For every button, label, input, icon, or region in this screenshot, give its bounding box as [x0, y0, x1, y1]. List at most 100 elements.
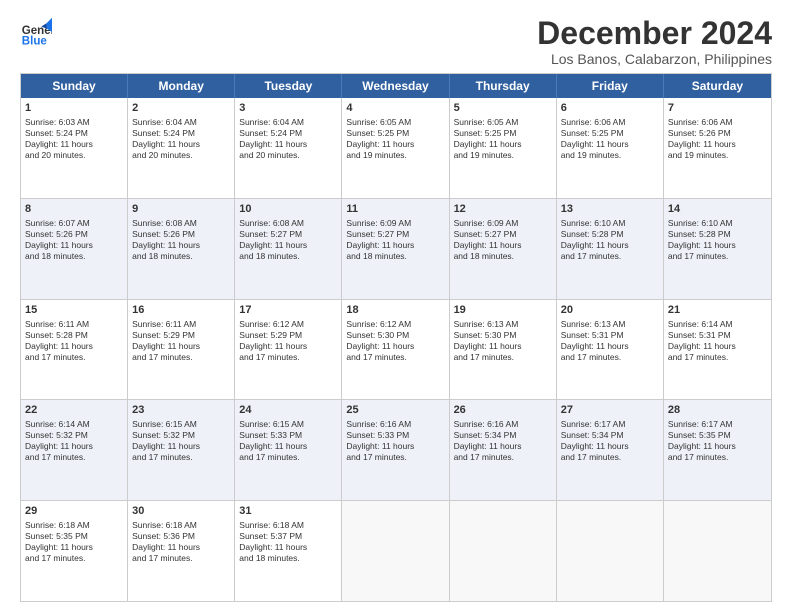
cell-text: Sunrise: 6:14 AM Sunset: 5:32 PM Dayligh… [25, 419, 123, 463]
cell-text: Sunrise: 6:18 AM Sunset: 5:36 PM Dayligh… [132, 520, 230, 564]
cell-text: Sunrise: 6:13 AM Sunset: 5:30 PM Dayligh… [454, 319, 552, 363]
day-number: 6 [561, 101, 659, 116]
calendar-cell: 11Sunrise: 6:09 AM Sunset: 5:27 PM Dayli… [342, 199, 449, 299]
cell-text: Sunrise: 6:05 AM Sunset: 5:25 PM Dayligh… [346, 117, 444, 161]
calendar-cell: 12Sunrise: 6:09 AM Sunset: 5:27 PM Dayli… [450, 199, 557, 299]
calendar-cell [664, 501, 771, 601]
calendar-cell: 3Sunrise: 6:04 AM Sunset: 5:24 PM Daylig… [235, 98, 342, 198]
day-number: 1 [25, 101, 123, 116]
calendar-cell: 8Sunrise: 6:07 AM Sunset: 5:26 PM Daylig… [21, 199, 128, 299]
day-number: 7 [668, 101, 767, 116]
calendar-cell: 10Sunrise: 6:08 AM Sunset: 5:27 PM Dayli… [235, 199, 342, 299]
logo: General Blue [20, 16, 52, 48]
cell-text: Sunrise: 6:09 AM Sunset: 5:27 PM Dayligh… [454, 218, 552, 262]
calendar-cell: 27Sunrise: 6:17 AM Sunset: 5:34 PM Dayli… [557, 400, 664, 500]
calendar-row: 29Sunrise: 6:18 AM Sunset: 5:35 PM Dayli… [21, 501, 771, 601]
day-number: 12 [454, 202, 552, 217]
cell-text: Sunrise: 6:11 AM Sunset: 5:28 PM Dayligh… [25, 319, 123, 363]
calendar-header-cell: Sunday [21, 74, 128, 98]
calendar-cell [342, 501, 449, 601]
calendar-cell: 26Sunrise: 6:16 AM Sunset: 5:34 PM Dayli… [450, 400, 557, 500]
cell-text: Sunrise: 6:16 AM Sunset: 5:34 PM Dayligh… [454, 419, 552, 463]
cell-text: Sunrise: 6:11 AM Sunset: 5:29 PM Dayligh… [132, 319, 230, 363]
calendar-cell: 28Sunrise: 6:17 AM Sunset: 5:35 PM Dayli… [664, 400, 771, 500]
day-number: 15 [25, 303, 123, 318]
day-number: 17 [239, 303, 337, 318]
day-number: 24 [239, 403, 337, 418]
calendar-header-cell: Monday [128, 74, 235, 98]
calendar-cell: 20Sunrise: 6:13 AM Sunset: 5:31 PM Dayli… [557, 300, 664, 400]
day-number: 31 [239, 504, 337, 519]
subtitle: Los Banos, Calabarzon, Philippines [537, 51, 772, 67]
day-number: 27 [561, 403, 659, 418]
calendar-header-cell: Friday [557, 74, 664, 98]
calendar-cell: 25Sunrise: 6:16 AM Sunset: 5:33 PM Dayli… [342, 400, 449, 500]
day-number: 29 [25, 504, 123, 519]
calendar: SundayMondayTuesdayWednesdayThursdayFrid… [20, 73, 772, 602]
calendar-header-cell: Tuesday [235, 74, 342, 98]
calendar-cell: 14Sunrise: 6:10 AM Sunset: 5:28 PM Dayli… [664, 199, 771, 299]
calendar-header-cell: Wednesday [342, 74, 449, 98]
day-number: 13 [561, 202, 659, 217]
calendar-cell: 30Sunrise: 6:18 AM Sunset: 5:36 PM Dayli… [128, 501, 235, 601]
cell-text: Sunrise: 6:14 AM Sunset: 5:31 PM Dayligh… [668, 319, 767, 363]
day-number: 2 [132, 101, 230, 116]
cell-text: Sunrise: 6:15 AM Sunset: 5:32 PM Dayligh… [132, 419, 230, 463]
calendar-cell: 23Sunrise: 6:15 AM Sunset: 5:32 PM Dayli… [128, 400, 235, 500]
cell-text: Sunrise: 6:08 AM Sunset: 5:26 PM Dayligh… [132, 218, 230, 262]
calendar-cell [450, 501, 557, 601]
day-number: 28 [668, 403, 767, 418]
calendar-cell: 19Sunrise: 6:13 AM Sunset: 5:30 PM Dayli… [450, 300, 557, 400]
calendar-cell: 24Sunrise: 6:15 AM Sunset: 5:33 PM Dayli… [235, 400, 342, 500]
day-number: 9 [132, 202, 230, 217]
calendar-cell: 21Sunrise: 6:14 AM Sunset: 5:31 PM Dayli… [664, 300, 771, 400]
day-number: 3 [239, 101, 337, 116]
cell-text: Sunrise: 6:17 AM Sunset: 5:34 PM Dayligh… [561, 419, 659, 463]
title-block: December 2024 Los Banos, Calabarzon, Phi… [537, 16, 772, 67]
cell-text: Sunrise: 6:10 AM Sunset: 5:28 PM Dayligh… [668, 218, 767, 262]
cell-text: Sunrise: 6:10 AM Sunset: 5:28 PM Dayligh… [561, 218, 659, 262]
cell-text: Sunrise: 6:13 AM Sunset: 5:31 PM Dayligh… [561, 319, 659, 363]
day-number: 26 [454, 403, 552, 418]
cell-text: Sunrise: 6:04 AM Sunset: 5:24 PM Dayligh… [132, 117, 230, 161]
cell-text: Sunrise: 6:09 AM Sunset: 5:27 PM Dayligh… [346, 218, 444, 262]
calendar-cell: 29Sunrise: 6:18 AM Sunset: 5:35 PM Dayli… [21, 501, 128, 601]
cell-text: Sunrise: 6:18 AM Sunset: 5:37 PM Dayligh… [239, 520, 337, 564]
day-number: 11 [346, 202, 444, 217]
calendar-row: 22Sunrise: 6:14 AM Sunset: 5:32 PM Dayli… [21, 400, 771, 501]
calendar-cell [557, 501, 664, 601]
calendar-cell: 1Sunrise: 6:03 AM Sunset: 5:24 PM Daylig… [21, 98, 128, 198]
cell-text: Sunrise: 6:03 AM Sunset: 5:24 PM Dayligh… [25, 117, 123, 161]
calendar-cell: 2Sunrise: 6:04 AM Sunset: 5:24 PM Daylig… [128, 98, 235, 198]
cell-text: Sunrise: 6:08 AM Sunset: 5:27 PM Dayligh… [239, 218, 337, 262]
calendar-cell: 13Sunrise: 6:10 AM Sunset: 5:28 PM Dayli… [557, 199, 664, 299]
day-number: 22 [25, 403, 123, 418]
cell-text: Sunrise: 6:06 AM Sunset: 5:25 PM Dayligh… [561, 117, 659, 161]
day-number: 30 [132, 504, 230, 519]
day-number: 16 [132, 303, 230, 318]
day-number: 23 [132, 403, 230, 418]
calendar-cell: 22Sunrise: 6:14 AM Sunset: 5:32 PM Dayli… [21, 400, 128, 500]
calendar-cell: 6Sunrise: 6:06 AM Sunset: 5:25 PM Daylig… [557, 98, 664, 198]
cell-text: Sunrise: 6:18 AM Sunset: 5:35 PM Dayligh… [25, 520, 123, 564]
day-number: 14 [668, 202, 767, 217]
day-number: 19 [454, 303, 552, 318]
calendar-row: 8Sunrise: 6:07 AM Sunset: 5:26 PM Daylig… [21, 199, 771, 300]
day-number: 18 [346, 303, 444, 318]
main-title: December 2024 [537, 16, 772, 51]
calendar-cell: 17Sunrise: 6:12 AM Sunset: 5:29 PM Dayli… [235, 300, 342, 400]
calendar-cell: 18Sunrise: 6:12 AM Sunset: 5:30 PM Dayli… [342, 300, 449, 400]
cell-text: Sunrise: 6:06 AM Sunset: 5:26 PM Dayligh… [668, 117, 767, 161]
cell-text: Sunrise: 6:15 AM Sunset: 5:33 PM Dayligh… [239, 419, 337, 463]
calendar-cell: 16Sunrise: 6:11 AM Sunset: 5:29 PM Dayli… [128, 300, 235, 400]
page: General Blue December 2024 Los Banos, Ca… [0, 0, 792, 612]
calendar-cell: 7Sunrise: 6:06 AM Sunset: 5:26 PM Daylig… [664, 98, 771, 198]
day-number: 8 [25, 202, 123, 217]
day-number: 20 [561, 303, 659, 318]
day-number: 5 [454, 101, 552, 116]
day-number: 4 [346, 101, 444, 116]
cell-text: Sunrise: 6:07 AM Sunset: 5:26 PM Dayligh… [25, 218, 123, 262]
calendar-cell: 5Sunrise: 6:05 AM Sunset: 5:25 PM Daylig… [450, 98, 557, 198]
calendar-cell: 4Sunrise: 6:05 AM Sunset: 5:25 PM Daylig… [342, 98, 449, 198]
calendar-cell: 15Sunrise: 6:11 AM Sunset: 5:28 PM Dayli… [21, 300, 128, 400]
